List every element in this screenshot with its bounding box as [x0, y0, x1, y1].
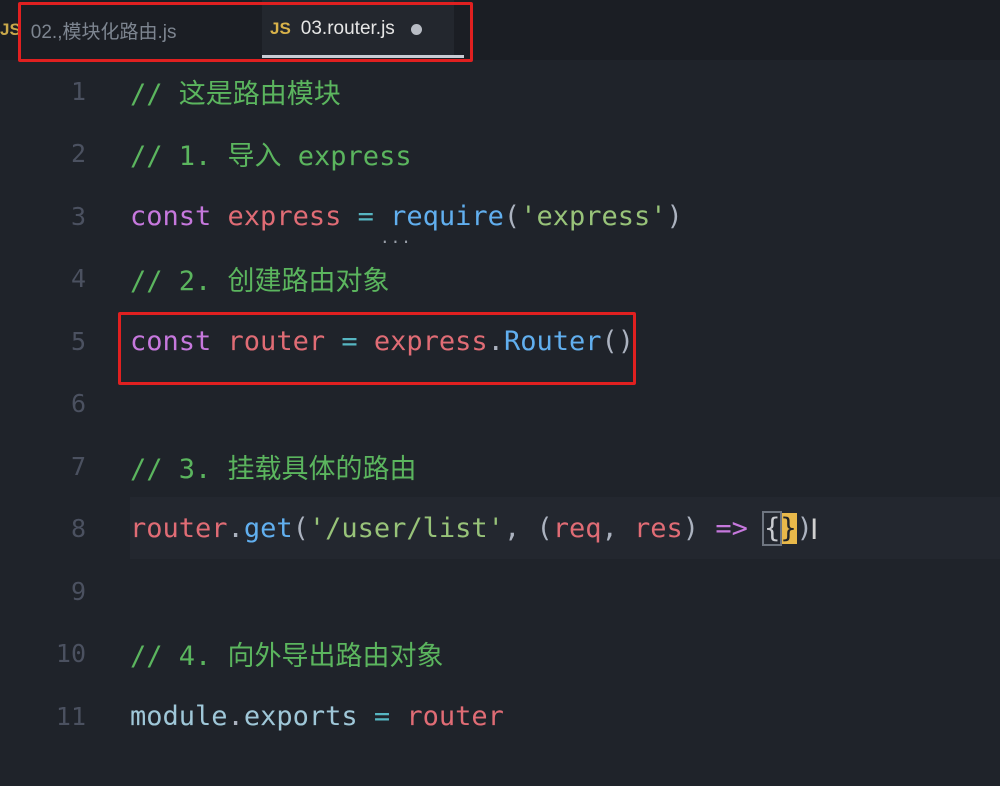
code-token: , (: [503, 512, 553, 544]
line-number: 7: [70, 451, 86, 481]
code-token: const: [130, 200, 228, 232]
code-token: '/user/list': [308, 512, 504, 544]
line-number: 1: [70, 76, 86, 106]
code-token: 'express': [520, 200, 667, 232]
code-token: ,: [601, 512, 635, 544]
code-token: ): [682, 512, 716, 544]
code-token: (: [503, 200, 521, 232]
code-line[interactable]: 3 const express = require('express'): [0, 185, 1000, 247]
code-line[interactable]: 7 // 3. 挂载具体的路由: [0, 435, 1000, 497]
text-cursor-icon: I: [810, 513, 819, 546]
line-number: 10: [55, 638, 86, 668]
line-number: 6: [70, 388, 86, 418]
line-number: 4: [70, 263, 86, 293]
code-token: router: [130, 512, 228, 544]
code-token: // 2. 创建路由对象: [130, 265, 390, 297]
code-token: exports: [243, 700, 358, 732]
code-token: ): [666, 200, 683, 232]
code-editor[interactable]: 1 // 这是路由模块 2 // 1. 导入 express 3 const expres…: [0, 60, 1000, 786]
code-line[interactable]: 1 // 这是路由模块: [0, 60, 1000, 122]
code-token: // 4. 向外导出路由对象: [130, 640, 444, 672]
code-text: // 2. 创建路由对象: [130, 259, 390, 298]
code-token: // 3. 挂载具体的路由: [130, 453, 417, 485]
hover-hint-indicator: ...: [380, 228, 412, 247]
line-number: 8: [70, 513, 86, 543]
code-token: get: [243, 512, 293, 544]
code-token: router: [406, 700, 504, 732]
line-number: 3: [70, 201, 86, 231]
line-number: 11: [55, 701, 86, 731]
code-text: // 这是路由模块: [130, 72, 341, 111]
code-token: module: [130, 700, 228, 732]
code-token: }: [780, 512, 797, 544]
code-token: (: [292, 512, 309, 544]
code-token: res: [634, 512, 683, 544]
code-token: // 这是路由模块: [130, 78, 341, 110]
code-line[interactable]: 11 module.exports = router: [0, 685, 1000, 747]
code-line[interactable]: 2 // 1. 导入 express: [0, 122, 1000, 184]
code-text: // 4. 向外导出路由对象: [130, 634, 444, 673]
code-token: require: [390, 200, 504, 232]
code-token: =>: [715, 512, 748, 544]
code-token: =: [341, 200, 391, 232]
code-text: const express = require('express'): [130, 201, 683, 232]
line-number: 5: [70, 326, 86, 356]
code-token: .: [227, 512, 244, 544]
code-line[interactable]: 10 // 4. 向外导出路由对象: [0, 622, 1000, 684]
code-line[interactable]: 8 router.get('/user/list', (req, res) => …: [71, 497, 1000, 559]
annotation-box-tab: [18, 2, 473, 62]
code-text: router.get('/user/list', (req, res) => {…: [130, 510, 813, 546]
code-line[interactable]: 4 // 2. 创建路由对象: [0, 247, 1000, 309]
code-token: =: [357, 700, 407, 732]
code-text: // 3. 挂载具体的路由: [130, 447, 417, 486]
code-text: // 1. 导入 express: [130, 134, 412, 173]
code-text: module.exports = router: [130, 701, 504, 732]
code-token: req: [552, 512, 602, 544]
code-token: .: [227, 700, 244, 732]
line-number: 2: [70, 138, 86, 168]
code-token: express: [227, 200, 342, 232]
code-token: {: [762, 510, 783, 546]
code-token: // 1. 导入 express: [130, 140, 412, 172]
annotation-box-line5: [118, 312, 636, 385]
code-line[interactable]: 9: [0, 560, 1000, 622]
line-number: 9: [70, 576, 86, 606]
